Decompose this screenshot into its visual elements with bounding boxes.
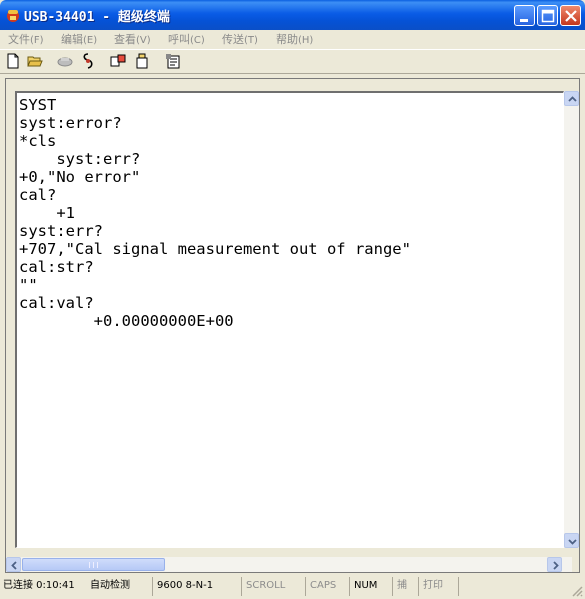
chevron-up-icon: [568, 96, 577, 102]
chevron-left-icon: [11, 561, 17, 570]
status-empty: [458, 577, 568, 596]
horizontal-scroll-thumb[interactable]: [22, 558, 165, 571]
title-bar[interactable]: USB-34401 - 超级终端: [0, 0, 585, 30]
connect-icon[interactable]: [57, 53, 73, 69]
status-caps: CAPS: [305, 577, 336, 596]
maximize-button[interactable]: [537, 5, 558, 26]
status-bar: 已连接 0:10:41 自动检测 9600 8-N-1 SCROLL CAPS …: [0, 574, 585, 599]
scroll-up-button[interactable]: [564, 91, 579, 106]
scroll-left-button[interactable]: [6, 557, 21, 572]
window-title: USB-34401 - 超级终端: [24, 10, 170, 25]
menu-help[interactable]: 帮助(H): [276, 31, 313, 47]
close-icon: [565, 10, 577, 22]
terminal-line: *cls: [19, 132, 57, 150]
terminal-line: cal:val?: [19, 294, 94, 312]
status-print: 打印: [418, 577, 443, 596]
menu-bar: 文件(F) 编辑(E) 查看(V) 呼叫(C) 传送(T) 帮助(H): [0, 30, 585, 48]
terminal-line: SYST: [19, 96, 57, 114]
chevron-right-icon: [553, 561, 559, 570]
menu-file[interactable]: 文件(F): [8, 31, 44, 47]
horizontal-scrollbar[interactable]: [6, 557, 572, 572]
chevron-down-icon: [568, 539, 577, 545]
scroll-down-button[interactable]: [564, 533, 579, 548]
menu-call[interactable]: 呼叫(C): [168, 31, 205, 47]
status-scroll: SCROLL: [241, 577, 285, 596]
resize-grip-icon[interactable]: [571, 585, 583, 597]
status-capture: 捕: [392, 577, 407, 596]
scroll-right-button[interactable]: [547, 557, 562, 572]
terminal-line: +1: [19, 204, 75, 222]
properties-icon[interactable]: [165, 53, 181, 69]
menu-transfer[interactable]: 传送(T): [222, 31, 258, 47]
maximize-icon: [541, 9, 555, 23]
disconnect-icon[interactable]: [80, 53, 96, 69]
new-icon[interactable]: [5, 53, 21, 69]
terminal-screen[interactable]: SYST syst:error? *cls syst:err? +0,"No e…: [15, 91, 564, 548]
vertical-scrollbar[interactable]: [564, 91, 579, 548]
terminal-line: syst:error?: [19, 114, 122, 132]
status-detect: 自动检测: [90, 580, 130, 591]
menu-edit[interactable]: 编辑(E): [61, 31, 97, 47]
minimize-button[interactable]: [514, 5, 535, 26]
open-icon[interactable]: [27, 53, 43, 69]
terminal-output: SYST syst:error? *cls syst:err? +0,"No e…: [19, 96, 411, 330]
terminal-line: cal:str?: [19, 258, 94, 276]
send-icon[interactable]: [110, 53, 126, 69]
status-settings: 9600 8-N-1: [152, 577, 213, 596]
terminal-line: cal?: [19, 186, 57, 204]
terminal-frame: SYST syst:error? *cls syst:err? +0,"No e…: [5, 78, 580, 573]
hyperterminal-phone-icon[interactable]: [5, 7, 21, 23]
terminal-line: +0,"No error": [19, 168, 141, 186]
terminal-line: +0.00000000E+00: [19, 312, 234, 330]
minimize-icon: [520, 19, 528, 22]
terminal-line: syst:err?: [19, 150, 141, 168]
status-connection: 已连接 0:10:41: [3, 580, 75, 591]
terminal-line: "": [19, 276, 38, 294]
close-button[interactable]: [560, 5, 581, 26]
status-num: NUM: [349, 577, 377, 596]
menu-view[interactable]: 查看(V): [114, 31, 151, 47]
receive-icon[interactable]: [134, 53, 150, 69]
terminal-line: syst:err?: [19, 222, 103, 240]
terminal-line: +707,"Cal signal measurement out of rang…: [19, 240, 411, 258]
toolbar: [0, 49, 585, 74]
